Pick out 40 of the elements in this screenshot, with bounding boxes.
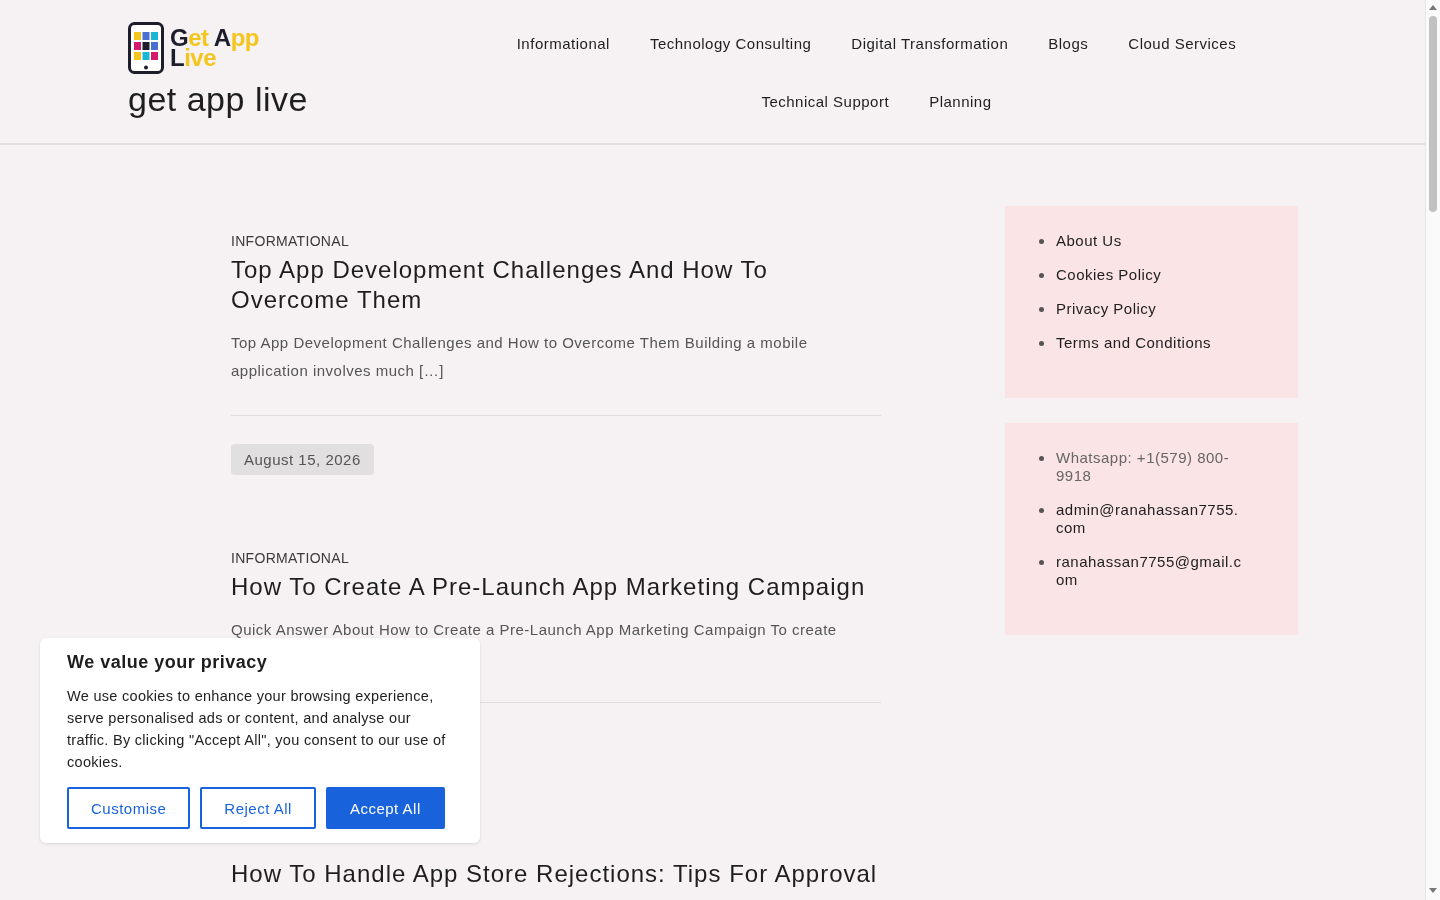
cookie-title: We value your privacy <box>67 652 269 673</box>
post-category[interactable]: INFORMATIONAL <box>231 233 881 249</box>
cookie-option-button[interactable]: Reject All <box>200 787 316 829</box>
sidebar-link[interactable]: Whatsapp: +1(579) 800-9918 <box>1056 449 1242 485</box>
nav-link[interactable]: Informational <box>496 34 630 54</box>
sidebar-link[interactable]: admin@ranahassan7755.com <box>1056 501 1242 537</box>
bullet-icon <box>1039 239 1044 244</box>
bullet-icon <box>1039 307 1044 312</box>
nav-link[interactable]: Technology Consulting <box>629 34 832 54</box>
post-title[interactable]: Top App Development Challenges And How To Overcome Them <box>231 255 881 315</box>
accept-button[interactable]: Accept All <box>325 787 445 829</box>
bullet-icon <box>1039 273 1044 278</box>
cookie-option-button[interactable]: Customise <box>67 787 191 829</box>
phone-logo-icon <box>128 22 164 74</box>
post-excerpt: Top App Development Challenges and How to Overcome Them Building a mobile application involves much […] <box>231 333 809 381</box>
nav-link[interactable]: Planning <box>909 92 1012 112</box>
bullet-icon <box>1039 560 1044 565</box>
bullet-icon <box>1039 508 1044 513</box>
sidebar-link[interactable]: Terms and Conditions <box>1056 334 1212 352</box>
nav-link[interactable]: Digital Transformation <box>831 34 1029 54</box>
scrollbar-thumb[interactable] <box>1429 16 1437 212</box>
bullet-icon <box>1039 456 1044 461</box>
post-excerpt: Quick Answer About How to Create a Pre-Launch App Marketing Campaign To create <box>231 620 838 640</box>
scroll-up-icon[interactable] <box>1429 4 1437 10</box>
site-title[interactable]: get app live <box>128 80 308 119</box>
nav-link[interactable]: Technical Support <box>741 92 910 112</box>
post-date: August 15, 2026 <box>231 444 374 475</box>
sidebar-link[interactable]: About Us <box>1056 232 1122 250</box>
cookie-text: We use cookies to enhance your browsing experience, serve personalised ads or content, and analyse our traffic. By clicking "Accept All", you consent to our use of cookies. <box>67 687 447 772</box>
sidebar-link[interactable]: Privacy Policy <box>1056 300 1157 318</box>
logo-text: Get App Live <box>170 28 260 68</box>
bullet-icon <box>1039 341 1044 346</box>
scroll-down-icon[interactable] <box>1429 888 1437 894</box>
sidebar-link[interactable]: Cookies Policy <box>1056 266 1162 284</box>
nav-link[interactable]: Blogs <box>1028 34 1109 54</box>
post-title[interactable]: How To Create A Pre-Launch App Marketing Campaign <box>231 572 881 602</box>
nav-link[interactable]: Cloud Services <box>1108 34 1257 54</box>
post-title[interactable]: How To Handle App Store Rejections: Tips For Approval <box>231 859 881 889</box>
sidebar-link[interactable]: ranahassan7755@gmail.com <box>1056 553 1242 589</box>
post-category[interactable]: INFORMATIONAL <box>231 550 881 566</box>
